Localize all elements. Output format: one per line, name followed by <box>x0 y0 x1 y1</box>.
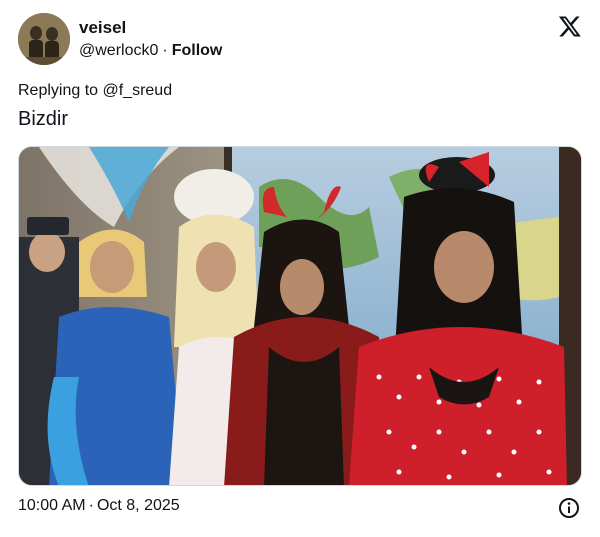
avatar[interactable] <box>18 13 70 65</box>
author-display-name[interactable]: veisel <box>79 17 222 39</box>
avatar-photo-icon <box>18 13 70 65</box>
author-handle[interactable]: @werlock0 <box>79 42 158 59</box>
tweet-text: Bizdir <box>18 108 69 130</box>
timestamp-separator: · <box>88 497 94 514</box>
author-handle-row: @werlock0 · Follow <box>79 40 222 62</box>
tweet-time: 10:00 AM <box>18 497 86 514</box>
follow-button[interactable]: Follow <box>172 42 223 59</box>
costume-group-photo <box>19 147 581 485</box>
tweet-date: Oct 8, 2025 <box>96 497 180 514</box>
info-icon[interactable] <box>558 497 580 519</box>
tweet-media-photo[interactable] <box>18 146 582 486</box>
handle-separator: · <box>162 42 168 59</box>
author-info: veisel @werlock0 · Follow <box>79 17 222 62</box>
tweet-card: veisel @werlock0 · Follow Replying to @f_s… <box>0 0 600 537</box>
replying-to[interactable]: Replying to @f_sreud <box>18 82 172 100</box>
tweet-timestamp[interactable]: 10:00 AM · Oct 8, 2025 <box>18 497 180 515</box>
x-logo-icon[interactable] <box>558 14 582 38</box>
